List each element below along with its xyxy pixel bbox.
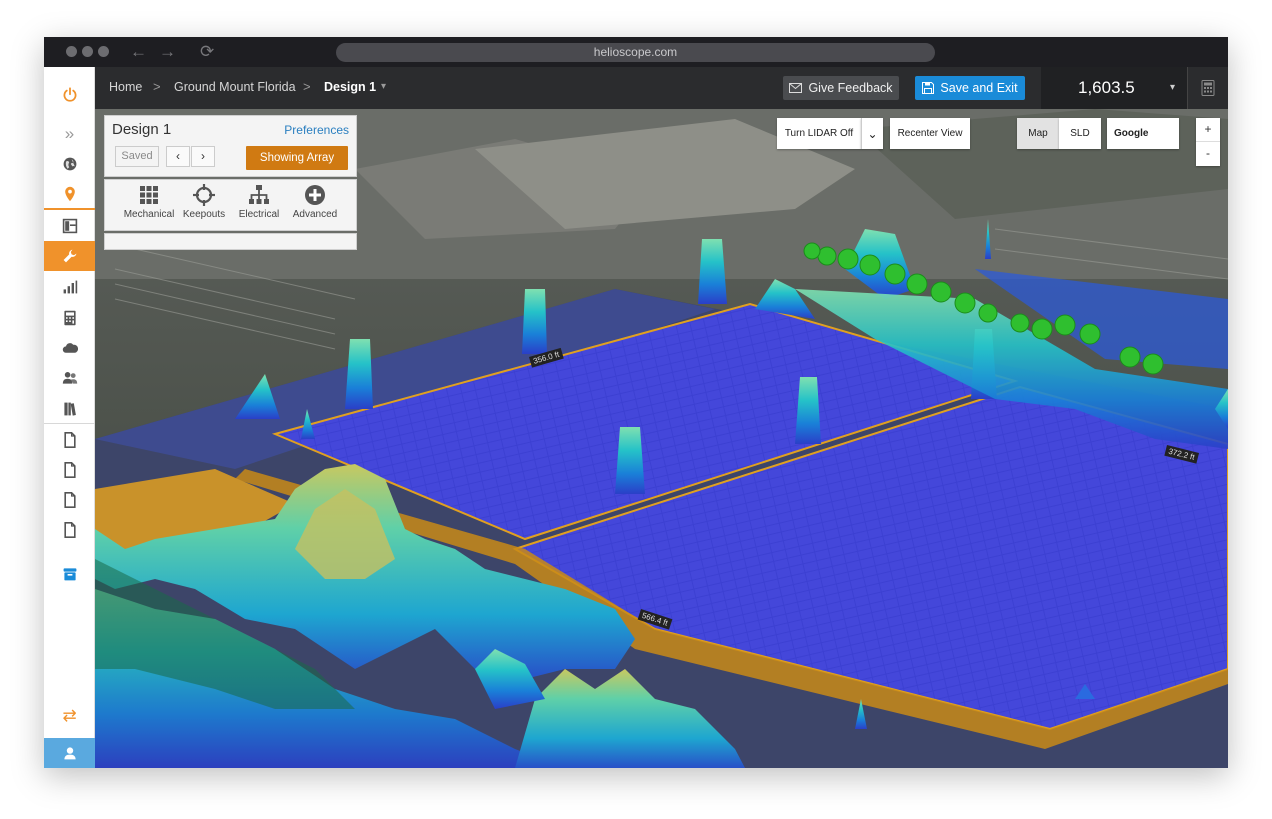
url-bar[interactable]: helioscope.com (336, 43, 935, 62)
back-arrow-icon[interactable]: ← (130, 42, 147, 62)
energy-production-dropdown[interactable]: 1,603.5 ▾ (1041, 67, 1187, 109)
saved-button[interactable]: Saved (115, 146, 159, 167)
close-dot[interactable] (66, 46, 77, 57)
location-pin-icon[interactable] (44, 179, 95, 209)
breadcrumb-separator: > (153, 79, 161, 94)
document-icon[interactable] (44, 425, 95, 455)
cloud-icon[interactable] (44, 333, 95, 363)
document-icon[interactable] (44, 455, 95, 485)
floppy-disk-icon (922, 82, 935, 94)
archive-icon[interactable] (44, 559, 95, 589)
recenter-view-button[interactable]: Recenter View (890, 118, 970, 149)
design-panel: Design 1 Preferences Saved ‹ › Showing A… (104, 115, 357, 250)
layout-icon[interactable] (44, 211, 95, 241)
calculator-icon[interactable] (1187, 67, 1228, 109)
browser-chrome: ← → ⟳ helioscope.com (44, 37, 1228, 67)
chevron-down-icon[interactable]: ▾ (381, 81, 386, 92)
tool-electrical[interactable]: Electrical (230, 184, 288, 220)
document-icon[interactable] (44, 485, 95, 515)
energy-value: 1,603.5 (1078, 78, 1135, 97)
bar-chart-icon[interactable] (44, 272, 95, 302)
breadcrumb-design[interactable]: Design 1 (324, 80, 376, 94)
maximize-dot[interactable] (98, 46, 109, 57)
map-provider-select[interactable]: Google (1107, 118, 1179, 149)
tool-mechanical[interactable]: Mechanical (120, 184, 178, 220)
chevron-down-icon: ▾ (1169, 82, 1175, 93)
map-view-button[interactable]: Map (1017, 118, 1059, 149)
grid-icon (140, 186, 158, 204)
redo-button[interactable]: › (191, 146, 215, 167)
tool-advanced[interactable]: Advanced (286, 184, 344, 220)
tool-label: Keepouts (182, 209, 226, 220)
zoom-in-button[interactable]: + (1196, 118, 1220, 142)
tool-label: Advanced (292, 209, 338, 220)
tool-label: Electrical (238, 209, 280, 220)
sidebar-divider (44, 208, 95, 210)
users-icon[interactable] (44, 363, 95, 393)
give-feedback-label: Give Feedback (808, 81, 893, 95)
undo-button[interactable]: ‹ (166, 146, 190, 167)
document-icon[interactable] (44, 515, 95, 545)
lidar-toggle-button[interactable]: Turn LIDAR Off (777, 118, 861, 149)
breadcrumb-project[interactable]: Ground Mount Florida (174, 80, 296, 94)
swap-icon[interactable]: ⇄ (44, 701, 95, 731)
breadcrumb-home[interactable]: Home (109, 80, 142, 94)
zoom-out-button[interactable]: - (1196, 142, 1220, 166)
expand-icon[interactable]: » (44, 119, 95, 149)
left-sidebar: » ⇄ (44, 67, 95, 768)
minimize-dot[interactable] (82, 46, 93, 57)
globe-icon[interactable] (44, 149, 95, 179)
save-and-exit-button[interactable]: Save and Exit (915, 76, 1025, 100)
plus-circle-icon (305, 185, 325, 205)
design-panel-header: Design 1 Preferences Saved ‹ › Showing A… (104, 115, 357, 177)
preferences-link[interactable]: Preferences (284, 123, 349, 137)
sld-view-button[interactable]: SLD (1059, 118, 1101, 149)
showing-array-button[interactable]: Showing Array (246, 146, 348, 170)
map-viewport[interactable]: 356.0 ft 372.2 ft 566.4 ft Design 1 Pref… (95, 109, 1228, 768)
chevron-down-icon[interactable]: ⌄ (861, 118, 883, 149)
browser-window: ← → ⟳ helioscope.com » ⇄ Home > Ground M… (44, 37, 1228, 768)
window-controls (66, 46, 109, 57)
crosshair-icon (193, 184, 215, 206)
forward-arrow-icon[interactable]: → (159, 42, 176, 62)
envelope-icon (789, 83, 803, 93)
hierarchy-icon (249, 185, 269, 204)
app-header: Home > Ground Mount Florida > Design 1 ▾… (95, 67, 1228, 109)
breadcrumb-separator: > (303, 79, 311, 94)
zoom-control: + - (1196, 118, 1220, 166)
design-panel-status-bar (104, 233, 357, 250)
design-tools: Mechanical Keepouts Electrical Advanced (104, 179, 357, 231)
library-icon[interactable] (44, 394, 95, 424)
calculator-icon[interactable] (44, 303, 95, 333)
user-icon[interactable] (44, 738, 95, 768)
reload-icon[interactable]: ⟳ (200, 42, 214, 62)
save-and-exit-label: Save and Exit (940, 81, 1018, 95)
tool-label: Mechanical (123, 209, 175, 220)
sidebar-divider (44, 423, 95, 424)
wrench-icon[interactable] (44, 241, 95, 271)
tool-keepouts[interactable]: Keepouts (175, 184, 233, 220)
give-feedback-button[interactable]: Give Feedback (783, 76, 899, 100)
power-icon[interactable] (44, 79, 95, 111)
design-title: Design 1 (112, 121, 172, 138)
